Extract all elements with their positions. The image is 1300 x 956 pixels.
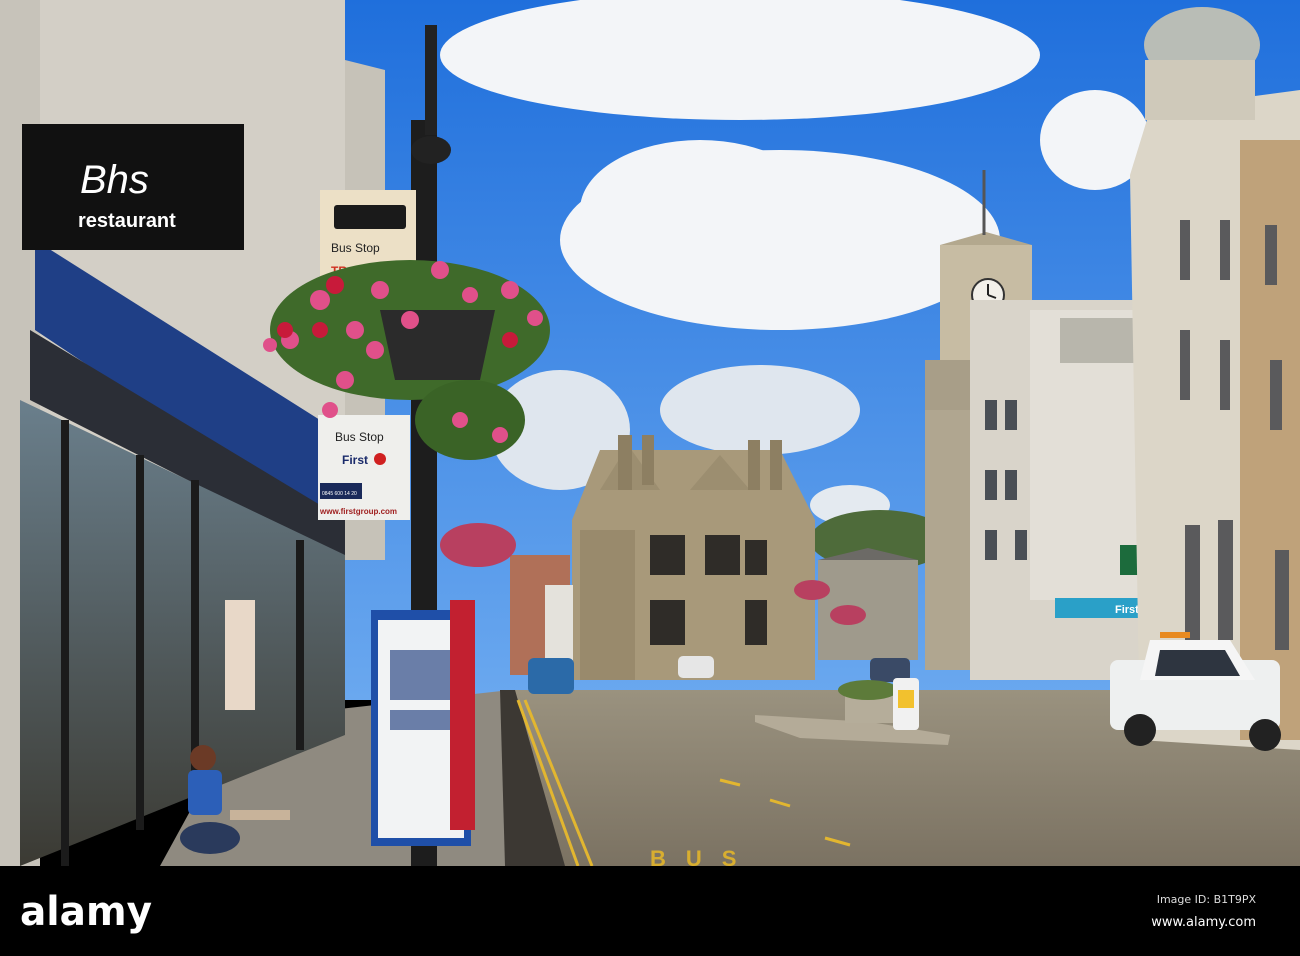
- street-photo: BUS First Cl Bhs restaurant Bus Stop Bus…: [0, 0, 1300, 956]
- restaurant-label: restaurant: [78, 210, 176, 232]
- bus-stop-sign-lower: Bus Stop First 0845 600 14 20 www.firstg…: [318, 415, 410, 520]
- white-buildings-right: First Cl: [970, 300, 1160, 680]
- bhs-restaurant-sign: Bhs restaurant: [22, 124, 244, 250]
- alamy-website: www.alamy.com: [1151, 915, 1256, 930]
- bus-timetable-board: [371, 600, 475, 846]
- stone-building: [572, 435, 815, 680]
- watermark-bar: [0, 866, 1300, 956]
- bhs-logo: Bhs: [80, 158, 149, 202]
- planters: [838, 678, 919, 730]
- first-operator-logo: First: [342, 453, 368, 467]
- first-f-icon: [374, 453, 386, 465]
- ornate-bank-building: [1130, 7, 1300, 750]
- image-id: Image ID: B1T9PX: [1157, 893, 1257, 906]
- bus-stop-website: www.firstgroup.com: [319, 507, 397, 516]
- bus-stop-phone: 0845 600 14 20: [322, 491, 357, 497]
- bus-stop-label-top: Bus Stop: [331, 241, 380, 255]
- bus-stop-label-lower: Bus Stop: [335, 430, 384, 444]
- alamy-logo: alamy: [20, 889, 152, 935]
